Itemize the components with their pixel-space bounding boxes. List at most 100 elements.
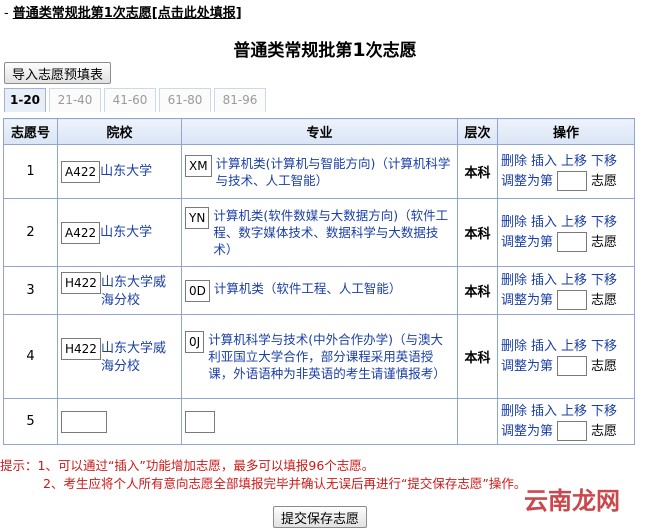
ops-cell: 删除 插入 上移 下移 调整为第 志愿 bbox=[497, 314, 635, 399]
move-up-link[interactable]: 上移 bbox=[561, 273, 587, 288]
tip-line-2: 2、考生应将个人所有意向志愿全部填报完毕并确认无误后再进行“提交保存志愿”操作。 bbox=[43, 476, 527, 491]
tab-21-40[interactable]: 21-40 bbox=[49, 88, 101, 112]
title-number: 1 bbox=[352, 39, 366, 61]
adjust-suffix: 志愿 bbox=[591, 358, 618, 374]
insert-link[interactable]: 插入 bbox=[531, 154, 557, 169]
page-title: 普通类常规批第1次志愿 bbox=[0, 36, 650, 61]
major-cell bbox=[181, 398, 458, 445]
adjust-label: 调整为第 bbox=[501, 358, 554, 374]
move-down-link[interactable]: 下移 bbox=[591, 273, 617, 288]
major-cell: YN 计算机类(软件数媒与大数据方向)（软件工程、数字媒体技术、数据科学与大数据… bbox=[181, 198, 458, 267]
major-name: 计算机类(软件数媒与大数据方向)（软件工程、数字媒体技术、数据科学与大数据技术） bbox=[213, 208, 449, 257]
adjust-label: 调整为第 bbox=[501, 173, 554, 189]
ops-cell: 删除 插入 上移 下移 调整为第 志愿 bbox=[497, 266, 635, 315]
adjust-label: 调整为第 bbox=[501, 423, 554, 439]
col-header-ops: 操作 bbox=[497, 118, 635, 145]
major-cell: XM 计算机类(计算机与智能方向)（计算机科学与技术、人工智能） bbox=[181, 144, 458, 199]
delete-link[interactable]: 删除 bbox=[501, 339, 527, 354]
table-row: 5 删除 插入 上移 下移 调整为第 志愿 bbox=[3, 398, 635, 445]
import-prefill-button[interactable]: 导入志愿预填表 bbox=[4, 62, 112, 84]
school-cell: H422 山东大学威海分校 bbox=[57, 266, 182, 315]
move-up-link[interactable]: 上移 bbox=[561, 154, 587, 169]
adjust-position-input[interactable] bbox=[557, 421, 588, 441]
insert-link[interactable]: 插入 bbox=[531, 215, 557, 230]
insert-link[interactable]: 插入 bbox=[531, 339, 557, 354]
school-code-input[interactable]: A422 bbox=[61, 221, 101, 244]
choice-number: 2 bbox=[3, 198, 58, 267]
major-name: 计算机类（软件工程、人工智能） bbox=[213, 280, 402, 296]
delete-link[interactable]: 删除 bbox=[501, 215, 527, 230]
adjust-position-input[interactable] bbox=[557, 290, 588, 310]
school-name: 山东大学威海分校 bbox=[100, 274, 166, 308]
adjust-suffix: 志愿 bbox=[591, 234, 618, 250]
delete-link[interactable]: 删除 bbox=[501, 154, 527, 169]
major-code-input[interactable]: 0J bbox=[185, 331, 205, 353]
major-name: 计算机科学与技术(中外合作办学)（与澳大利亚国立大学合作，部分课程采用英语授课，… bbox=[208, 332, 446, 381]
major-name: 计算机类(计算机与智能方向)（计算机科学与技术、人工智能） bbox=[215, 155, 451, 188]
adjust-label: 调整为第 bbox=[501, 292, 554, 308]
fill-link[interactable]: 普通类常规批第1次志愿[点击此处填报] bbox=[13, 6, 242, 21]
title-prefix: 普通类常规批第 bbox=[233, 41, 353, 61]
school-name: 山东大学 bbox=[100, 163, 153, 179]
school-code-input[interactable]: A422 bbox=[61, 160, 101, 183]
level-cell bbox=[457, 398, 498, 445]
insert-link[interactable]: 插入 bbox=[531, 273, 557, 288]
insert-link[interactable]: 插入 bbox=[531, 404, 557, 419]
adjust-position-input[interactable] bbox=[557, 356, 588, 376]
adjust-suffix: 志愿 bbox=[591, 292, 618, 308]
watermark-logo: 云南龙网 bbox=[524, 486, 620, 515]
tip-line-1: 提示：1、可以通过“插入”功能增加志愿，最多可以填报96个志愿。 bbox=[0, 458, 375, 473]
tab-81-96[interactable]: 81-96 bbox=[214, 88, 266, 112]
move-down-link[interactable]: 下移 bbox=[591, 404, 617, 419]
school-name: 山东大学威海分校 bbox=[100, 340, 166, 374]
delete-link[interactable]: 删除 bbox=[501, 404, 527, 419]
tips-block: 提示：1、可以通过“插入”功能增加志愿，最多可以填报96个志愿。 2、考生应将个… bbox=[0, 457, 526, 493]
choices-table: 志愿号 院校 专业 层次 操作 1 A422 山东大学 XM 计算机类(计算机与… bbox=[3, 118, 635, 445]
move-down-link[interactable]: 下移 bbox=[591, 215, 617, 230]
school-cell: A422 山东大学 bbox=[57, 144, 182, 199]
school-code-input[interactable]: H422 bbox=[61, 337, 101, 360]
level-cell: 本科 bbox=[457, 144, 498, 199]
tab-61-80[interactable]: 61-80 bbox=[159, 88, 211, 112]
adjust-position-input[interactable] bbox=[557, 171, 588, 191]
adjust-position-input[interactable] bbox=[557, 232, 588, 252]
choice-number: 4 bbox=[3, 314, 58, 399]
school-name: 山东大学 bbox=[100, 224, 153, 240]
level-cell: 本科 bbox=[457, 314, 498, 399]
ops-cell: 删除 插入 上移 下移 调整为第 志愿 bbox=[497, 398, 635, 445]
level-cell: 本科 bbox=[457, 198, 498, 267]
school-cell: A422 山东大学 bbox=[57, 198, 182, 267]
move-up-link[interactable]: 上移 bbox=[561, 404, 587, 419]
level-cell: 本科 bbox=[457, 266, 498, 315]
move-up-link[interactable]: 上移 bbox=[561, 215, 587, 230]
col-header-no: 志愿号 bbox=[3, 118, 58, 145]
ops-cell: 删除 插入 上移 下移 调整为第 志愿 bbox=[497, 144, 635, 199]
school-code-input[interactable]: H422 bbox=[61, 271, 101, 294]
adjust-suffix: 志愿 bbox=[591, 423, 618, 439]
delete-link[interactable]: 删除 bbox=[501, 273, 527, 288]
page-tabs: 1-20 21-40 41-60 61-80 81-96 bbox=[4, 88, 269, 112]
title-suffix: 次志愿 bbox=[365, 41, 417, 61]
tab-1-20[interactable]: 1-20 bbox=[4, 88, 46, 112]
major-code-input[interactable]: YN bbox=[185, 207, 210, 229]
school-code-input[interactable] bbox=[61, 410, 107, 433]
table-header-row: 志愿号 院校 专业 层次 操作 bbox=[3, 118, 635, 145]
col-header-level: 层次 bbox=[457, 118, 498, 145]
table-row: 2 A422 山东大学 YN 计算机类(软件数媒与大数据方向)（软件工程、数字媒… bbox=[3, 198, 635, 267]
major-code-input[interactable] bbox=[185, 410, 215, 433]
move-up-link[interactable]: 上移 bbox=[561, 339, 587, 354]
move-down-link[interactable]: 下移 bbox=[591, 154, 617, 169]
submit-save-button[interactable]: 提交保存志愿 bbox=[273, 506, 368, 528]
tab-41-60[interactable]: 41-60 bbox=[104, 88, 156, 112]
major-cell: 0D 计算机类（软件工程、人工智能） bbox=[181, 266, 458, 315]
choice-number: 5 bbox=[3, 398, 58, 445]
major-code-input[interactable]: 0D bbox=[185, 279, 210, 302]
adjust-label: 调整为第 bbox=[501, 234, 554, 250]
col-header-major: 专业 bbox=[181, 118, 458, 145]
choice-number: 3 bbox=[3, 266, 58, 315]
school-cell bbox=[57, 398, 182, 445]
major-cell: 0J 计算机科学与技术(中外合作办学)（与澳大利亚国立大学合作，部分课程采用英语… bbox=[181, 314, 458, 399]
major-code-input[interactable]: XM bbox=[185, 154, 212, 177]
move-down-link[interactable]: 下移 bbox=[591, 339, 617, 354]
table-row: 1 A422 山东大学 XM 计算机类(计算机与智能方向)（计算机科学与技术、人… bbox=[3, 144, 635, 199]
